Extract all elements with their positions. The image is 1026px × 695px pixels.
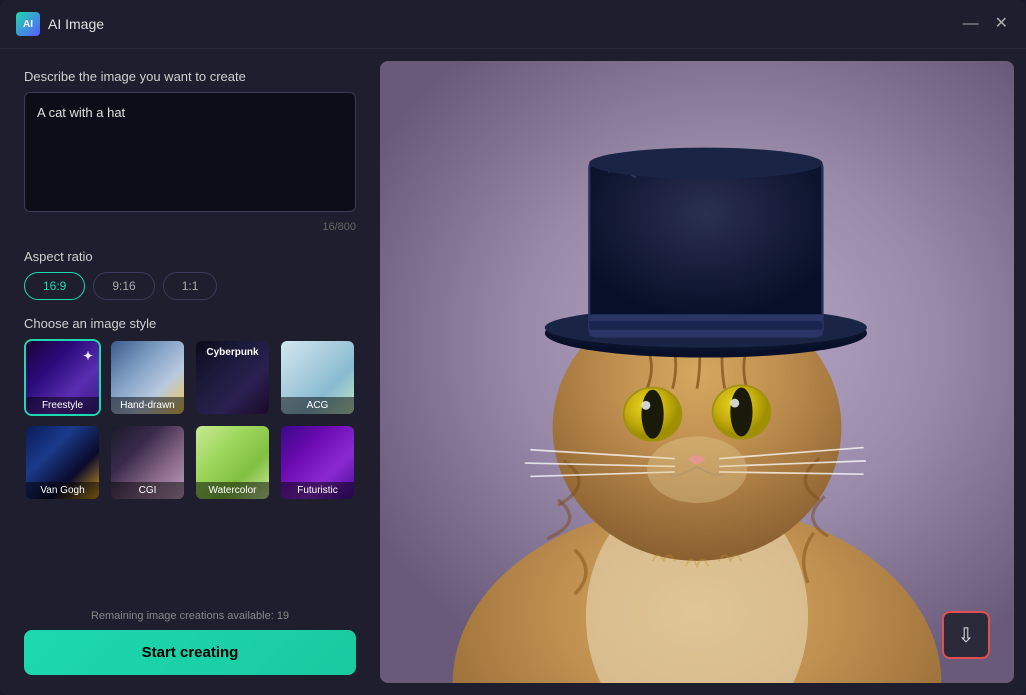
style-acg-label: ACG xyxy=(281,397,354,414)
style-label: Choose an image style xyxy=(24,316,356,331)
cyberpunk-text: Cyberpunk xyxy=(196,345,269,360)
remaining-text: Remaining image creations available: 19 xyxy=(24,610,356,622)
aspect-ratio-9-16[interactable]: 9:16 xyxy=(93,272,154,300)
title-bar-controls: — ✕ xyxy=(961,14,1010,34)
style-section: Choose an image style ✦ Freestyle Hand-d… xyxy=(24,316,356,501)
aspect-ratio-label: Aspect ratio xyxy=(24,249,356,264)
style-cgi-label: CGI xyxy=(111,482,184,499)
cat-image xyxy=(380,61,1014,683)
ai-icon: AI xyxy=(16,12,40,36)
right-panel: ⇩ xyxy=(380,49,1026,695)
style-acg[interactable]: ACG xyxy=(279,339,356,416)
minimize-button[interactable]: — xyxy=(961,14,981,34)
left-panel: Describe the image you want to create A … xyxy=(0,49,380,695)
window-title: AI Image xyxy=(48,16,104,32)
aspect-ratio-1-1[interactable]: 1:1 xyxy=(163,272,218,300)
style-vangogh-label: Van Gogh xyxy=(26,482,99,499)
aspect-ratio-16-9[interactable]: 16:9 xyxy=(24,272,85,300)
download-button[interactable]: ⇩ xyxy=(942,611,990,659)
star-icon: ✦ xyxy=(83,349,93,363)
download-icon: ⇩ xyxy=(958,623,975,648)
style-handdrawn-label: Hand-drawn xyxy=(111,397,184,414)
close-button[interactable]: ✕ xyxy=(993,14,1010,34)
prompt-label: Describe the image you want to create xyxy=(24,69,356,84)
style-watercolor[interactable]: Watercolor xyxy=(194,424,271,501)
title-bar-left: AI AI Image xyxy=(16,12,104,36)
title-bar: AI AI Image — ✕ xyxy=(0,0,1026,49)
style-freestyle-label: Freestyle xyxy=(26,397,99,414)
aspect-ratio-group: 16:9 9:16 1:1 xyxy=(24,272,356,300)
style-freestyle[interactable]: ✦ Freestyle xyxy=(24,339,101,416)
style-vangogh[interactable]: Van Gogh xyxy=(24,424,101,501)
style-futuristic[interactable]: Futuristic xyxy=(279,424,356,501)
prompt-input[interactable]: A cat with a hat xyxy=(24,92,356,212)
image-container: ⇩ xyxy=(380,61,1014,683)
char-count: 16/800 xyxy=(24,221,356,233)
main-content: Describe the image you want to create A … xyxy=(0,49,1026,695)
style-futuristic-label: Futuristic xyxy=(281,482,354,499)
style-cgi[interactable]: CGI xyxy=(109,424,186,501)
main-window: AI AI Image — ✕ Describe the image you w… xyxy=(0,0,1026,695)
style-watercolor-label: Watercolor xyxy=(196,482,269,499)
style-handdrawn[interactable]: Hand-drawn xyxy=(109,339,186,416)
aspect-ratio-section: Aspect ratio 16:9 9:16 1:1 xyxy=(24,249,356,300)
style-grid: ✦ Freestyle Hand-drawn Cyberpunk xyxy=(24,339,356,501)
prompt-section: Describe the image you want to create A … xyxy=(24,69,356,233)
style-cyberpunk[interactable]: Cyberpunk xyxy=(194,339,271,416)
bottom-section: Remaining image creations available: 19 … xyxy=(24,610,356,675)
start-creating-button[interactable]: Start creating xyxy=(24,630,356,675)
